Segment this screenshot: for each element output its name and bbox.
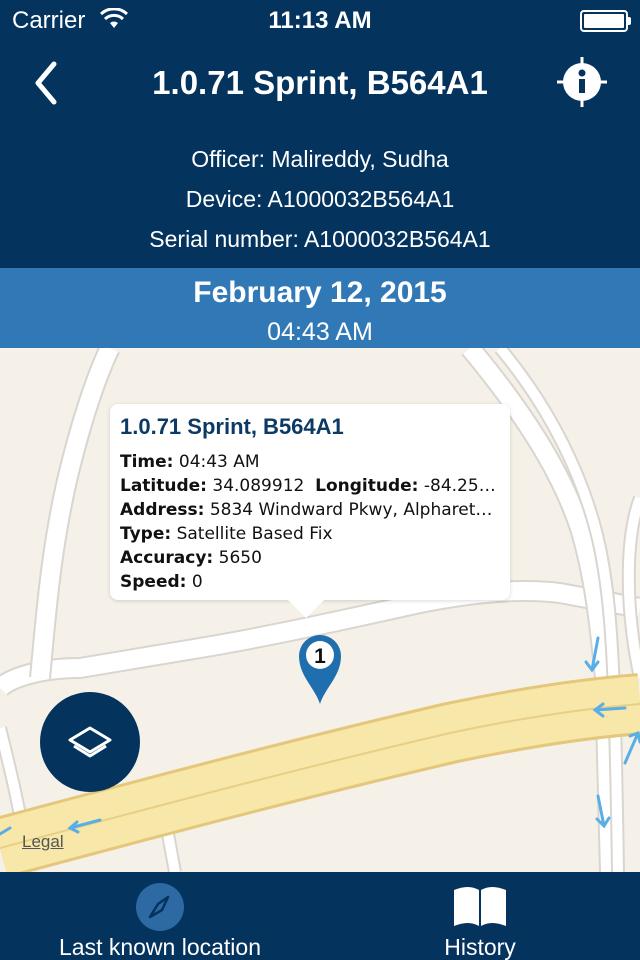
location-callout[interactable]: 1.0.71 Sprint, B564A1 Time: 04:43 AM Lat… [110, 404, 510, 618]
map-view[interactable]: 1.0.71 Sprint, B564A1 Time: 04:43 AM Lat… [0, 348, 640, 872]
pin-number: 1 [314, 645, 326, 668]
type-key: Type: [120, 524, 172, 544]
time-label: 04:43 AM [267, 318, 373, 346]
speed-value: 0 [191, 572, 203, 592]
longitude-value: -84.254631 [423, 476, 500, 496]
address-key: Address: [120, 500, 205, 520]
book-icon [454, 887, 506, 926]
tab-label: Last known location [58, 934, 261, 960]
accuracy-value: 5650 [218, 548, 262, 568]
callout-title: 1.0.71 Sprint, B564A1 [120, 414, 344, 439]
status-bar: Carrier 11:13 AM [0, 0, 640, 40]
date-label: February 12, 2015 [193, 276, 447, 309]
callout-accuracy-row: Accuracy: 5650 [120, 546, 500, 570]
tab-history[interactable]: History [320, 872, 640, 960]
latitude-value: 34.089912 [212, 476, 305, 496]
tab-last-known-location[interactable]: Last known location [0, 872, 320, 960]
longitude-key: Longitude: [315, 476, 419, 496]
time-value: 04:43 AM [178, 452, 260, 472]
serial-label: Serial number: A1000032B564A1 [149, 226, 491, 252]
address-value: 5834 Windward Pkwy, Alpharet… [209, 500, 493, 520]
callout-speed-row: Speed: 0 [120, 570, 500, 594]
status-time: 11:13 AM [268, 7, 372, 34]
speed-key: Speed: [120, 572, 187, 592]
time-key: Time: [120, 452, 174, 472]
callout-coordinates-row: Latitude: 34.089912 Longitude: -84.25463… [120, 474, 500, 498]
tab-label: History [444, 934, 516, 960]
page-title: 1.0.71 Sprint, B564A1 [152, 64, 488, 101]
date-bar: February 12, 2015 04:43 AM [0, 268, 640, 348]
info-icon[interactable] [556, 56, 608, 108]
callout-time-row: Time: 04:43 AM [120, 450, 500, 474]
layers-icon [68, 726, 112, 758]
device-label: Device: A1000032B564A1 [185, 186, 455, 212]
officer-label: Officer: Malireddy, Sudha [191, 146, 449, 172]
callout-type-row: Type: Satellite Based Fix [120, 522, 500, 546]
map-layers-button[interactable] [40, 692, 140, 792]
battery-icon [580, 10, 631, 32]
accuracy-key: Accuracy: [120, 548, 214, 568]
type-value: Satellite Based Fix [176, 524, 333, 544]
callout-address-row: Address: 5834 Windward Pkwy, Alpharet… [120, 498, 500, 522]
map-pin-icon[interactable]: 1 [297, 632, 343, 706]
latitude-key: Latitude: [120, 476, 207, 496]
compass-icon [136, 883, 184, 931]
header: 1.0.71 Sprint, B564A1 Officer: Malireddy… [0, 40, 640, 268]
legal-link[interactable]: Legal [22, 832, 64, 852]
tab-bar: Last known location History [0, 872, 640, 960]
